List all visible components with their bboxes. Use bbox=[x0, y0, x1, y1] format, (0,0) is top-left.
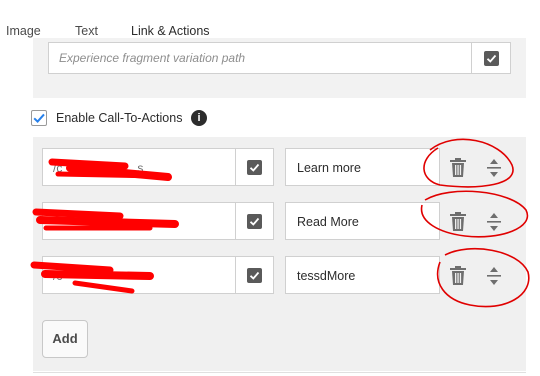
trash-icon[interactable] bbox=[448, 211, 468, 233]
enable-cta-checkbox[interactable] bbox=[31, 110, 47, 126]
move-handle-icon[interactable] bbox=[484, 211, 504, 233]
cta-link-picker-button[interactable] bbox=[235, 148, 274, 186]
cta-link-suffix: s bbox=[137, 161, 144, 175]
trash-icon[interactable] bbox=[448, 265, 468, 287]
cta-link-input[interactable]: /c s bbox=[42, 148, 236, 186]
enable-cta-label: Enable Call-To-Actions bbox=[56, 111, 183, 125]
cta-text-input[interactable]: Learn more bbox=[285, 148, 440, 186]
cta-link-prefix: /c bbox=[53, 269, 63, 283]
checkmark-icon bbox=[484, 51, 499, 66]
cta-link-picker-button[interactable] bbox=[235, 202, 274, 240]
move-handle-icon[interactable] bbox=[484, 157, 504, 179]
checkmark-icon bbox=[247, 268, 262, 283]
fragment-picker-button[interactable] bbox=[471, 42, 511, 74]
tab-image[interactable]: Image bbox=[6, 24, 41, 38]
move-handle-icon[interactable] bbox=[484, 265, 504, 287]
info-icon[interactable]: i bbox=[191, 110, 207, 126]
checkmark-icon bbox=[247, 160, 262, 175]
checkmark-icon bbox=[247, 214, 262, 229]
tab-link-actions[interactable]: Link & Actions bbox=[131, 24, 210, 38]
cta-link-input[interactable] bbox=[42, 202, 236, 240]
cta-link-picker-button[interactable] bbox=[235, 256, 274, 294]
tab-text[interactable]: Text bbox=[75, 24, 98, 38]
cta-text-input[interactable]: Read More bbox=[285, 202, 440, 240]
fragment-path-input[interactable]: Experience fragment variation path bbox=[48, 42, 471, 74]
add-cta-button[interactable]: Add bbox=[42, 320, 88, 358]
trash-icon[interactable] bbox=[448, 157, 468, 179]
divider bbox=[33, 372, 526, 373]
cta-text-input[interactable]: tessdMore bbox=[285, 256, 440, 294]
cta-link-input[interactable]: /c bbox=[42, 256, 236, 294]
cta-link-prefix: /c bbox=[53, 161, 63, 175]
